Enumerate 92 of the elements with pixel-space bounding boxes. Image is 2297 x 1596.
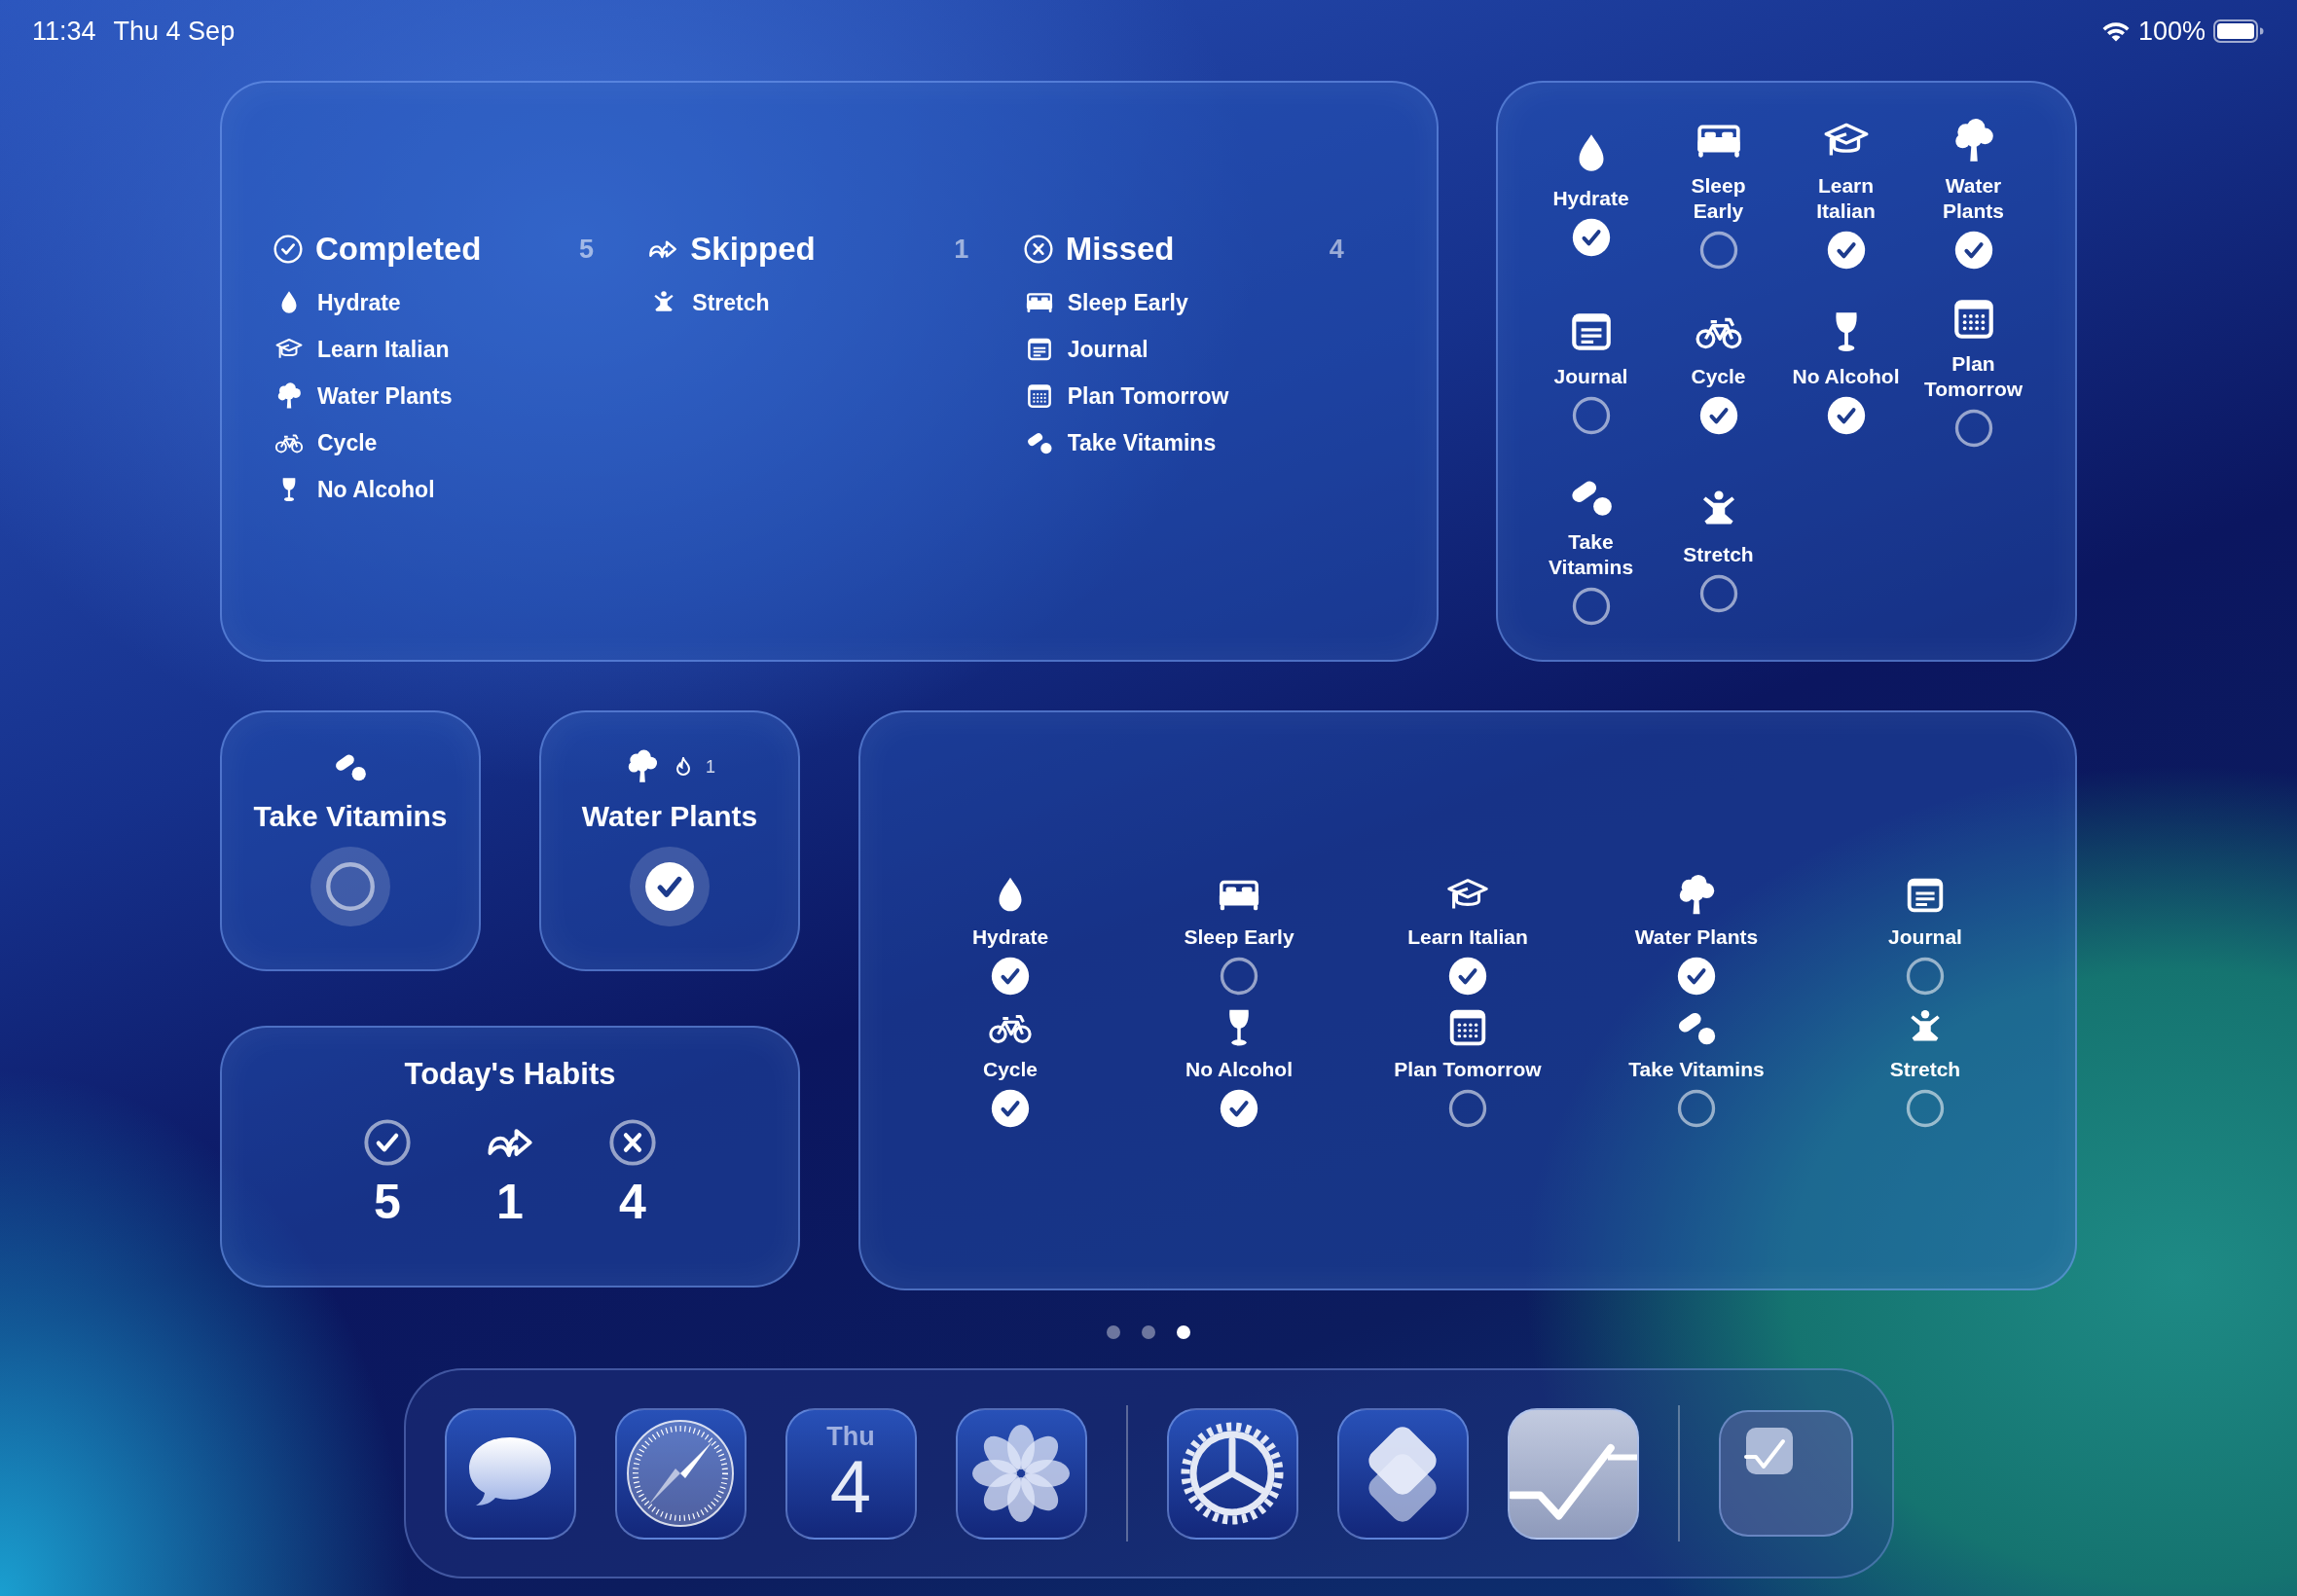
page-dot[interactable] xyxy=(1142,1325,1155,1339)
habit-label: Stretch xyxy=(1683,541,1754,567)
habit-label: Take Vitamins xyxy=(1548,529,1634,579)
habit-label: No Alcohol xyxy=(1185,1058,1293,1081)
page-dot[interactable] xyxy=(1107,1325,1120,1339)
single-habit-widget[interactable]: 1 Water Plants xyxy=(539,710,800,971)
status-time: 11:34 xyxy=(32,16,96,47)
speech-bubble-app-icon[interactable] xyxy=(444,1407,576,1540)
calendar-app-icon[interactable]: Thu 4 xyxy=(784,1407,917,1540)
group-count: 5 xyxy=(578,234,594,265)
habit-title: Water Plants xyxy=(581,800,758,833)
checkbox-app-icon[interactable] xyxy=(1718,1410,1853,1537)
checkmark-circle-icon xyxy=(362,1117,413,1168)
widget-title: Today's Habits xyxy=(404,1057,616,1092)
habit-label: Hydrate xyxy=(971,925,1049,949)
checkbox[interactable] xyxy=(1698,230,1738,270)
checkbox[interactable] xyxy=(1677,1089,1716,1128)
checkbox[interactable] xyxy=(1571,586,1611,626)
battery-percentage: 100% xyxy=(2137,16,2206,47)
habit-checklist-widget[interactable]: Hydrate Sleep Early Learn Italian Water Plants Journal Cycle No Alcohol Plan Tomorrow Take Vitamins Stretch xyxy=(1496,81,2077,662)
wifi-icon xyxy=(2100,20,2131,42)
checkbox[interactable] xyxy=(1677,957,1716,996)
group-title: Skipped xyxy=(690,231,817,268)
checkbox[interactable] xyxy=(991,1089,1030,1128)
battery-icon xyxy=(2213,19,2264,43)
habit-label: Journal xyxy=(1067,336,1148,363)
streak-count: 1 xyxy=(706,756,715,778)
checkbox[interactable] xyxy=(1826,396,1866,436)
compass-app-icon[interactable] xyxy=(614,1407,747,1540)
x-circle-icon xyxy=(607,1117,658,1168)
habit-title: Take Vitamins xyxy=(253,800,448,833)
habit-label: Water Plants xyxy=(1634,925,1759,949)
gear-app-icon[interactable] xyxy=(1166,1407,1298,1540)
habit-label: Cycle xyxy=(982,1058,1038,1081)
group-title: Missed xyxy=(1065,231,1176,268)
habit-label: Learn Italian xyxy=(1816,173,1876,223)
checkmark-circle-icon xyxy=(273,234,304,265)
habit-label: No Alcohol xyxy=(1792,363,1900,389)
habit-grid-widget[interactable]: Hydrate Sleep Early Learn Italian Water Plants Journal Cycle No Alcohol Plan Tomorrow Take Vitamins Stretch xyxy=(858,710,2077,1290)
habit-label: Stretch xyxy=(1889,1058,1961,1081)
habit-summary-widget[interactable]: Completed 5 Hydrate Learn Italian Water Plants Cycle No Alcohol Skipped 1 Stretch Missed 4 Sleep Early Journal Plan Tomorrow Take Vitamins xyxy=(220,81,1439,662)
habit-label: Sleep Early xyxy=(1184,925,1294,949)
habit-label: Hydrate xyxy=(1552,185,1629,211)
habit-label: Cycle xyxy=(1691,363,1746,389)
habit-label: No Alcohol xyxy=(317,476,435,503)
checkbox[interactable] xyxy=(1448,1089,1487,1128)
habit-label: Take Vitamins xyxy=(1067,429,1217,456)
single-habit-widget[interactable]: Take Vitamins xyxy=(220,710,481,971)
checkbox[interactable] xyxy=(1906,957,1945,996)
flower-app-icon[interactable] xyxy=(955,1407,1087,1540)
x-circle-icon xyxy=(1022,234,1054,265)
checkbox[interactable] xyxy=(1826,230,1866,270)
habit-label: Plan Tomorrow xyxy=(1923,351,2024,401)
checkbox[interactable] xyxy=(1906,1089,1945,1128)
habit-label: Journal xyxy=(1888,925,1962,949)
habit-label: Journal xyxy=(1553,363,1628,389)
checkbox[interactable] xyxy=(644,861,695,912)
status-date: Thu 4 Sep xyxy=(113,16,236,47)
checkbox[interactable] xyxy=(1220,1089,1258,1128)
habit-label: Learn Italian xyxy=(1407,925,1528,949)
habit-label: Take Vitamins xyxy=(1628,1058,1765,1081)
checkbox[interactable] xyxy=(991,957,1030,996)
group-count: 1 xyxy=(954,234,969,265)
habit-label: Sleep Early xyxy=(1067,289,1188,316)
habit-label: Plan Tomorrow xyxy=(1067,382,1229,410)
checkbox[interactable] xyxy=(1953,408,1993,448)
group-count: 4 xyxy=(1329,234,1344,265)
habit-label: Sleep Early xyxy=(1691,173,1746,223)
habit-label: Cycle xyxy=(317,429,378,456)
flame-icon xyxy=(675,757,692,777)
checkmark-app-icon[interactable] xyxy=(1507,1407,1639,1540)
checkbox[interactable] xyxy=(1448,957,1487,996)
habit-label: Water Plants xyxy=(1943,173,2004,223)
stat-count: 1 xyxy=(496,1178,524,1226)
checkbox[interactable] xyxy=(1571,396,1611,436)
layers-app-icon[interactable] xyxy=(1336,1407,1469,1540)
habit-label: Water Plants xyxy=(317,382,453,410)
habit-label: Plan Tomorrow xyxy=(1394,1058,1542,1081)
habit-label: Learn Italian xyxy=(317,336,450,363)
todays-habits-widget[interactable]: Today's Habits 5 1 4 xyxy=(220,1026,800,1288)
habit-label: Hydrate xyxy=(317,289,401,316)
stat-count: 5 xyxy=(374,1178,401,1226)
checkbox[interactable] xyxy=(1953,230,1993,270)
group-title: Completed xyxy=(315,231,483,268)
checkbox[interactable] xyxy=(1698,396,1738,436)
habit-label: Stretch xyxy=(692,289,770,316)
checkbox[interactable] xyxy=(1220,957,1258,996)
checkbox[interactable] xyxy=(1698,574,1738,614)
page-dot[interactable] xyxy=(1177,1325,1190,1339)
stat-count: 4 xyxy=(619,1178,646,1226)
checkbox[interactable] xyxy=(1571,218,1611,258)
checkbox[interactable] xyxy=(325,861,376,912)
